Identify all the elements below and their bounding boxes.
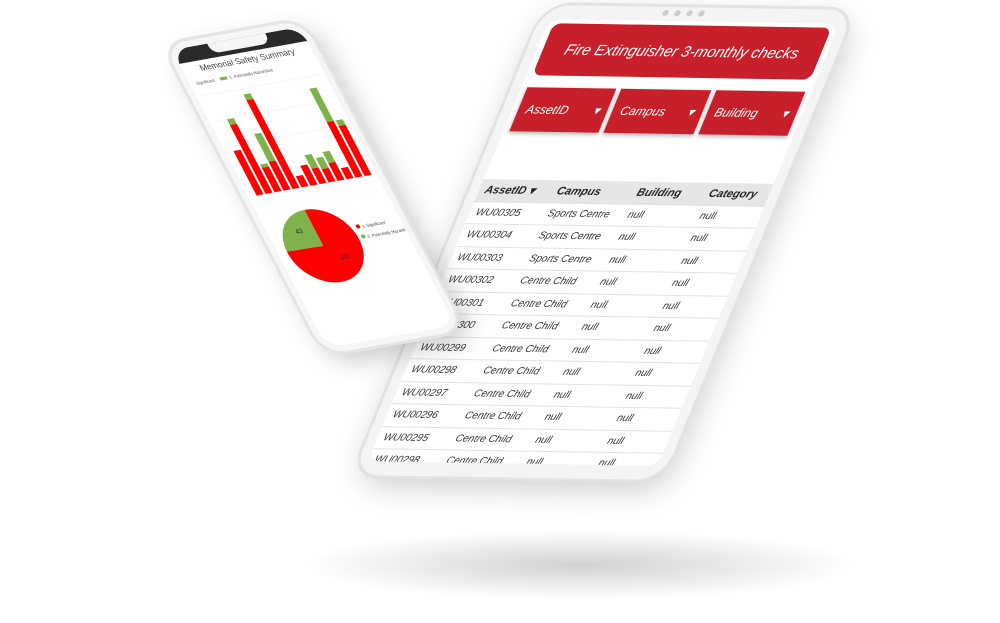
- filter-label: Campus: [617, 103, 669, 119]
- device-shadow: [300, 530, 860, 600]
- table-cell: WU00305: [473, 207, 523, 219]
- table-cell: null: [579, 321, 600, 334]
- table-cell: Centre Child: [499, 320, 560, 333]
- camera-icon: [661, 9, 706, 17]
- phone-screen: Memorial Safety Summary Significant 2. P…: [172, 26, 456, 348]
- column-header-building[interactable]: Building: [635, 186, 712, 199]
- table-cell: WU00295: [381, 432, 431, 444]
- table-cell: WU00304: [464, 229, 514, 242]
- pie-legend-label: 2. Potentially Hazardous: [366, 226, 412, 238]
- bar-segment: [309, 87, 334, 123]
- table-cell: null: [598, 276, 619, 289]
- bar-segment: [243, 93, 254, 101]
- table-cell: null: [570, 344, 591, 356]
- table-cell: Centre Child: [462, 410, 523, 423]
- filter-label: Building: [712, 105, 761, 121]
- table-cell: null: [614, 413, 635, 425]
- gridline: [213, 99, 334, 122]
- column-header-campus[interactable]: Campus: [555, 185, 640, 198]
- table-cell: Centre Child: [453, 433, 514, 446]
- table-cell: Centre Child: [481, 365, 542, 378]
- table-cell: null: [561, 366, 582, 379]
- table-cell: WU00297: [399, 387, 449, 399]
- table-cell: null: [551, 389, 573, 401]
- tablet-screen: Fire Extinguisher 3-monthly checks Asset…: [368, 19, 840, 466]
- tablet-device: Fire Extinguisher 3-monthly checks Asset…: [352, 5, 855, 480]
- table-cell: null: [616, 231, 637, 244]
- caret-down-icon: ▾: [590, 103, 603, 118]
- table-cell: Sports Centre: [536, 230, 603, 243]
- table-cell: Sports Centre: [527, 253, 594, 266]
- table-cell: null: [542, 411, 563, 424]
- caret-down-icon: ▾: [685, 104, 697, 120]
- column-header-assetid[interactable]: AssetID ▾: [483, 184, 560, 198]
- table-cell: WU00296: [390, 409, 440, 422]
- table-cell: null: [697, 210, 718, 222]
- table-cell: null: [588, 299, 609, 311]
- table-cell: WU00299: [418, 342, 468, 354]
- filter-bar: AssetID ▾ Campus ▾ Building ▾: [509, 87, 806, 136]
- table-cell: null: [625, 209, 646, 221]
- table-cell: Centre Child: [444, 455, 505, 466]
- table-cell: null: [524, 456, 545, 466]
- table-cell: Centre Child: [471, 388, 533, 401]
- table-cell: WU00303: [455, 252, 505, 264]
- table-cell: null: [688, 233, 709, 245]
- table-cell: WU00298: [409, 364, 459, 377]
- page-title: Fire Extinguisher 3-monthly checks: [532, 23, 832, 80]
- table-cell: null: [651, 323, 672, 335]
- table-cell: Centre Child: [490, 343, 551, 356]
- table-cell: null: [660, 300, 681, 312]
- pie-chart: 131431. Significant2. Potentially Hazard…: [282, 209, 412, 283]
- table-cell: Centre Child: [508, 298, 569, 311]
- table-cell: Centre Child: [518, 275, 579, 288]
- table-cell: WU00302: [446, 274, 496, 287]
- filter-assetid[interactable]: AssetID ▾: [509, 87, 617, 133]
- table-cell: null: [607, 254, 628, 266]
- table-cell: null: [533, 434, 554, 446]
- bar-segment: [335, 119, 346, 127]
- table-cell: null: [670, 278, 691, 290]
- legend-marker: [360, 234, 366, 239]
- table-cell: null: [642, 345, 663, 357]
- table-cell: null: [596, 458, 617, 466]
- table-cell: null: [633, 368, 654, 380]
- pie-legend-label: 1. Significant: [361, 220, 387, 229]
- table-cell: null: [679, 255, 700, 267]
- filter-label: AssetID: [523, 102, 572, 118]
- notch: [207, 33, 271, 54]
- bar-chart: [200, 74, 373, 197]
- bar-segment: [226, 118, 237, 125]
- filter-campus[interactable]: Campus ▾: [603, 88, 712, 135]
- caret-down-icon: ▾: [779, 106, 792, 121]
- caret-down-icon: ▾: [526, 185, 538, 198]
- table-cell: null: [623, 390, 645, 402]
- legend-marker: [355, 224, 361, 229]
- phone-device: Memorial Safety Summary Significant 2. P…: [163, 19, 465, 356]
- table-cell: Sports Centre: [545, 208, 612, 221]
- table-cell: WU00298: [372, 454, 422, 466]
- column-header-category[interactable]: Category: [707, 188, 782, 201]
- table-cell: null: [605, 435, 626, 447]
- filter-building[interactable]: Building ▾: [697, 90, 806, 136]
